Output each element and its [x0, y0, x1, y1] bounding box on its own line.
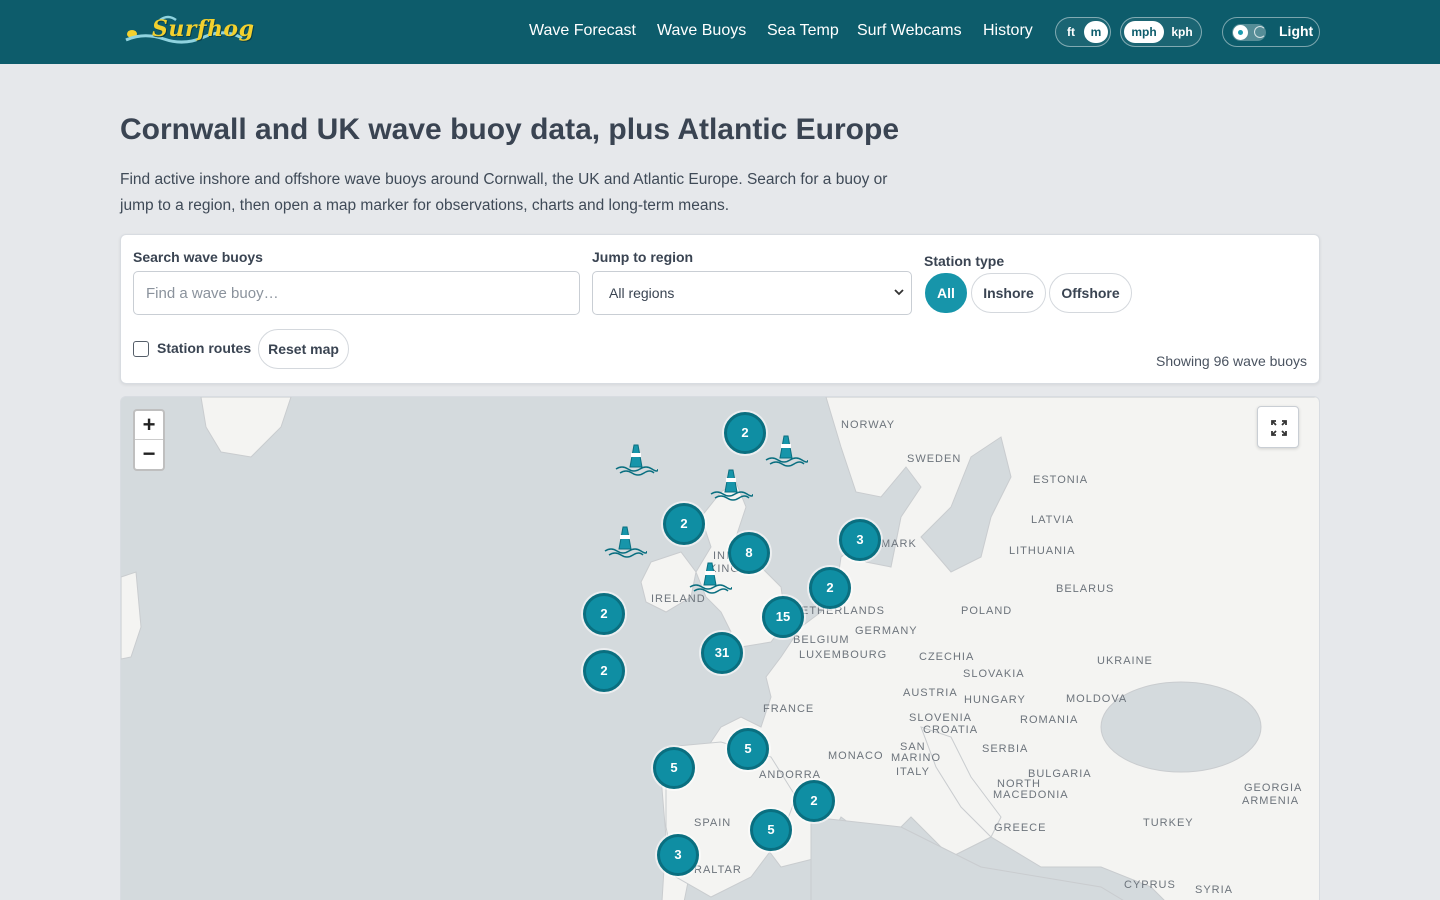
place-label: MOLDOVA	[1066, 693, 1128, 705]
cluster-marker[interactable]: 2	[809, 567, 851, 609]
cluster-marker[interactable]: 2	[583, 650, 625, 692]
place-label: CYPRUS	[1124, 879, 1176, 891]
buoy-marker-icon[interactable]	[709, 462, 753, 502]
cluster-marker[interactable]: 3	[657, 834, 699, 876]
buoy-marker-icon[interactable]	[688, 555, 732, 595]
station-type-all[interactable]: All	[925, 273, 967, 313]
cluster-marker[interactable]: 15	[762, 596, 804, 638]
unit-m-option[interactable]: m	[1084, 21, 1108, 43]
place-label: FRANCE	[763, 703, 815, 715]
unit-ft-option[interactable]: ft	[1060, 21, 1082, 43]
station-type-label: Station type	[924, 253, 1005, 269]
region-label: Jump to region	[592, 249, 694, 265]
cluster-marker[interactable]: 3	[839, 519, 881, 561]
buoy-marker-icon[interactable]	[603, 519, 647, 559]
theme-switch[interactable]	[1232, 24, 1266, 41]
filter-panel: Search wave buoys Jump to region All reg…	[120, 234, 1320, 384]
place-label: MONACO	[828, 750, 884, 762]
unit-mph-option[interactable]: mph	[1124, 21, 1164, 43]
site-header: Surfhog Wave Forecast Wave Buoys Sea Tem…	[0, 0, 1440, 64]
theme-toggle[interactable]: Light	[1222, 17, 1320, 47]
chevron-down-icon	[894, 289, 904, 296]
cluster-marker[interactable]: 2	[724, 412, 766, 454]
speed-unit-toggle: mph kph	[1120, 17, 1202, 47]
reset-map-button[interactable]: Reset map	[258, 329, 349, 369]
place-label: ARMENIA	[1242, 795, 1300, 807]
place-label: NORWAY	[841, 419, 896, 431]
place-label: ITALY	[896, 766, 930, 778]
place-label: BELARUS	[1056, 583, 1115, 595]
region-select-value: All regions	[609, 285, 675, 301]
place-label: CZECHIA	[919, 651, 975, 663]
cluster-marker[interactable]: 5	[750, 809, 792, 851]
station-type-offshore[interactable]: Offshore	[1049, 273, 1132, 313]
place-label: ESTONIA	[1033, 474, 1089, 486]
nav-wave-buoys[interactable]: Wave Buoys	[657, 22, 746, 40]
place-label: GREECE	[994, 822, 1047, 834]
place-label: RALTAR	[694, 864, 742, 876]
buoy-marker-icon[interactable]	[764, 428, 808, 468]
page-intro: Find active inshore and offshore wave bu…	[120, 171, 888, 214]
cluster-marker[interactable]: 31	[701, 632, 743, 674]
place-label: AUSTRIA	[903, 687, 958, 699]
place-label: ETHERLANDS	[801, 605, 885, 617]
nav-wave-forecast[interactable]: Wave Forecast	[529, 22, 636, 40]
buoy-count: Showing 96 wave buoys	[1156, 353, 1307, 369]
search-label: Search wave buoys	[133, 249, 263, 265]
brand-name: Surfhog	[152, 16, 255, 42]
place-label: SWEDEN	[907, 453, 962, 465]
place-label: LATVIA	[1031, 514, 1075, 526]
place-label: SPAIN	[694, 817, 732, 829]
cluster-marker[interactable]: 5	[727, 728, 769, 770]
place-label: BELGIUM	[793, 634, 850, 646]
zoom-in-button[interactable]: +	[135, 411, 163, 440]
height-unit-toggle: ft m	[1055, 17, 1111, 47]
region-select[interactable]: All regions	[592, 271, 912, 315]
page-title: Cornwall and UK wave buoy data, plus Atl…	[120, 113, 900, 146]
search-input[interactable]	[133, 271, 580, 315]
place-label: UKRAINE	[1097, 655, 1153, 667]
station-routes-label[interactable]: Station routes	[157, 340, 251, 356]
place-label: GEORGIA	[1244, 782, 1303, 794]
place-label: SYRIA	[1195, 884, 1234, 896]
moon-icon	[1254, 26, 1266, 38]
place-label: CROATIA	[923, 724, 979, 736]
place-label: TURKEY	[1143, 817, 1194, 829]
place-label: MACEDONIA	[993, 789, 1069, 801]
buoy-marker-icon[interactable]	[614, 437, 658, 477]
cluster-marker[interactable]: 2	[793, 780, 835, 822]
station-type-inshore[interactable]: Inshore	[971, 273, 1046, 313]
place-label: SLOVAKIA	[963, 668, 1025, 680]
nav-surf-webcams[interactable]: Surf Webcams	[857, 22, 962, 40]
cluster-marker[interactable]: 8	[728, 532, 770, 574]
cluster-marker[interactable]: 5	[653, 747, 695, 789]
place-label: HUNGARY	[964, 694, 1026, 706]
theme-label: Light	[1279, 23, 1314, 39]
fullscreen-button[interactable]	[1257, 406, 1299, 448]
unit-kph-option[interactable]: kph	[1166, 21, 1198, 43]
sun-icon	[1233, 25, 1248, 40]
place-label: SERBIA	[982, 743, 1029, 755]
buoy-map[interactable]: + − NORWAY SWEDEN ESTONIA LATVIA MARK LI…	[120, 396, 1320, 900]
place-label: LUXEMBOURG	[799, 649, 888, 661]
zoom-control: + −	[133, 409, 165, 471]
place-label: LITHUANIA	[1009, 545, 1076, 557]
cluster-marker[interactable]: 2	[663, 503, 705, 545]
place-label: MARK	[881, 538, 917, 550]
nav-history[interactable]: History	[983, 22, 1033, 40]
zoom-out-button[interactable]: −	[135, 440, 163, 469]
place-label: SLOVENIA	[909, 712, 973, 724]
nav-sea-temp[interactable]: Sea Temp	[767, 22, 839, 40]
station-routes-checkbox[interactable]	[133, 341, 149, 357]
place-label: POLAND	[961, 605, 1013, 617]
place-label: MARINO	[891, 752, 941, 764]
fullscreen-icon	[1271, 420, 1287, 436]
cluster-marker[interactable]: 2	[583, 593, 625, 635]
surfhog-logo[interactable]: Surfhog	[124, 12, 254, 50]
place-label: GERMANY	[855, 625, 918, 637]
place-label: ROMANIA	[1020, 714, 1079, 726]
